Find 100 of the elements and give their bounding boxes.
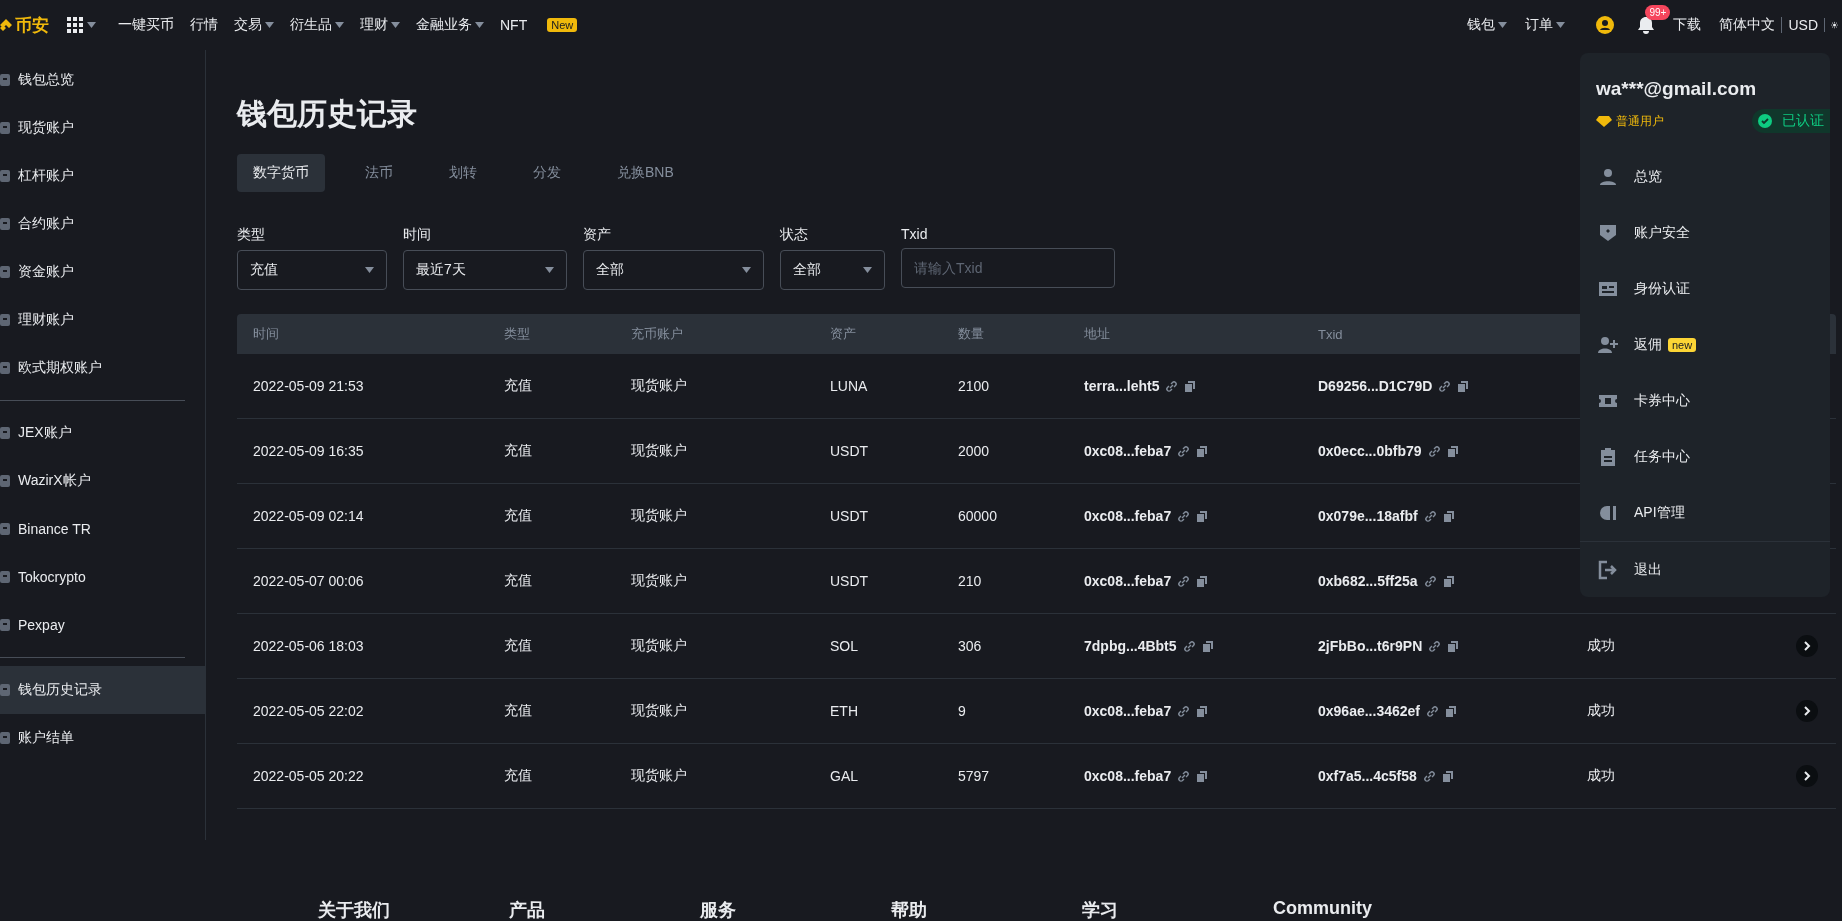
copy-icon[interactable] xyxy=(1457,379,1470,393)
column-header: 时间 xyxy=(253,325,280,343)
link-icon[interactable] xyxy=(1165,379,1179,393)
nav-link[interactable]: 衍生品 xyxy=(290,16,344,34)
nav-link[interactable]: USD xyxy=(1781,17,1818,33)
copy-icon[interactable] xyxy=(1201,639,1214,653)
copy-icon[interactable] xyxy=(1447,639,1460,653)
dropdown-select[interactable]: 最近7天 xyxy=(403,250,567,290)
nav-link[interactable]: 金融业务 xyxy=(416,16,484,34)
menu-item[interactable]: 返佣 new xyxy=(1580,317,1830,373)
link-icon[interactable] xyxy=(1177,574,1191,588)
txid-input-field[interactable]: 请输入Txid xyxy=(901,248,1115,288)
caret-icon xyxy=(475,22,484,28)
menu-item[interactable]: 卡券中心 xyxy=(1580,373,1830,429)
sidebar-item[interactable]: 账户结单 xyxy=(0,714,205,762)
sidebar-item[interactable]: 钱包总览 xyxy=(0,56,205,104)
link-icon[interactable] xyxy=(1426,704,1439,718)
link-icon[interactable] xyxy=(1438,379,1452,393)
chevron-right-icon[interactable] xyxy=(1796,700,1818,722)
table-cell-text: 9 xyxy=(958,703,967,719)
menu-item[interactable]: API管理 xyxy=(1580,485,1830,541)
new-badge: New xyxy=(547,18,578,32)
nav-link[interactable]: 交易 xyxy=(234,16,274,34)
sidebar-item[interactable]: WazirX帐户 xyxy=(0,457,205,505)
nav-link[interactable]: 行情 xyxy=(190,16,218,34)
person-icon xyxy=(1598,167,1618,187)
menu-item[interactable]: 账户安全 xyxy=(1580,205,1830,261)
sidebar-item[interactable]: Pexpay xyxy=(0,601,205,649)
tab[interactable]: 法币 xyxy=(349,154,409,192)
copy-icon[interactable] xyxy=(1184,379,1197,393)
link-icon[interactable] xyxy=(1177,444,1191,458)
table-cell-text: 2000 xyxy=(958,443,991,459)
sidebar-item[interactable]: 理财账户 xyxy=(0,296,205,344)
bell-icon[interactable] xyxy=(1637,16,1656,34)
copy-icon[interactable] xyxy=(1196,509,1209,523)
column-header: 地址 xyxy=(1084,325,1111,343)
nav-link[interactable]: NFT xyxy=(500,17,528,33)
link-icon[interactable] xyxy=(1427,444,1441,458)
caret-icon xyxy=(742,267,751,273)
nav-menu[interactable]: 订单 xyxy=(1525,16,1566,34)
sidebar-item[interactable]: Tokocrypto xyxy=(0,553,205,601)
copy-icon[interactable] xyxy=(1196,769,1209,783)
table-cell-text: 现货账户 xyxy=(631,767,688,785)
tab[interactable]: 划转 xyxy=(433,154,493,192)
table-cell-text: 2022-05-06 18:03 xyxy=(253,638,365,654)
dropdown-select[interactable]: 全部 xyxy=(583,250,764,290)
chevron-right-icon[interactable] xyxy=(1796,635,1818,657)
diamond-icon xyxy=(1596,115,1612,127)
tab[interactable]: 数字货币 xyxy=(237,154,325,192)
table-cell: 0xc08...feba7 xyxy=(1084,703,1172,719)
dropdown-select[interactable]: 充值 xyxy=(237,250,387,290)
sidebar-item[interactable]: Binance TR xyxy=(0,505,205,553)
link-icon[interactable] xyxy=(1177,704,1191,718)
menu-item[interactable]: 总览 xyxy=(1580,149,1830,205)
sidebar-item[interactable]: JEX账户 xyxy=(0,409,205,457)
tab[interactable]: 分发 xyxy=(517,154,577,192)
copy-icon[interactable] xyxy=(1196,444,1209,458)
logo[interactable]: 币安 xyxy=(0,13,49,37)
nav-link[interactable]: 下载 xyxy=(1673,16,1702,34)
footer-heading: 产品 xyxy=(509,899,546,921)
account-icon xyxy=(0,312,12,328)
link-icon[interactable] xyxy=(1423,509,1437,523)
link-icon[interactable] xyxy=(1177,509,1191,523)
sidebar-item[interactable]: 合约账户 xyxy=(0,200,205,248)
table-cell: 0xc08...feba7 xyxy=(1084,443,1172,459)
nav-link[interactable]: 简体中文 xyxy=(1719,16,1776,34)
table-cell-text: LUNA xyxy=(830,378,869,394)
menu-item[interactable]: 退出 xyxy=(1580,541,1830,597)
chevron-right-icon[interactable] xyxy=(1796,765,1818,787)
column-header: 充币账户 xyxy=(631,325,684,343)
copy-icon[interactable] xyxy=(1445,704,1457,718)
nav-link[interactable]: 理财 xyxy=(360,16,400,34)
column-header: 资产 xyxy=(830,325,857,343)
sun-icon[interactable] xyxy=(1824,18,1838,32)
copy-icon[interactable] xyxy=(1442,509,1455,523)
link-icon[interactable] xyxy=(1177,769,1191,783)
copy-icon[interactable] xyxy=(1446,444,1459,458)
sidebar-item[interactable]: 钱包历史记录 xyxy=(0,666,205,714)
link-icon[interactable] xyxy=(1422,769,1436,783)
nav-menu[interactable]: 钱包 xyxy=(1467,16,1508,34)
dropdown-select[interactable]: 全部 xyxy=(780,250,885,290)
menu-item[interactable]: 身份认证 xyxy=(1580,261,1830,317)
link-icon[interactable] xyxy=(1428,639,1442,653)
copy-icon[interactable] xyxy=(1442,574,1455,588)
menu-item[interactable]: 任务中心 xyxy=(1580,429,1830,485)
tab[interactable]: 兑换BNB xyxy=(601,154,690,192)
sidebar-item[interactable]: 杠杆账户 xyxy=(0,152,205,200)
table-cell: 2jFbBo...t6r9PN xyxy=(1318,638,1423,654)
sidebar-item[interactable]: 欧式期权账户 xyxy=(0,344,205,392)
copy-icon[interactable] xyxy=(1441,769,1454,783)
filter-label: 资产 xyxy=(583,226,612,244)
sidebar-item[interactable]: 资金账户 xyxy=(0,248,205,296)
table-cell: 0xc08...feba7 xyxy=(1084,573,1172,589)
link-icon[interactable] xyxy=(1423,574,1437,588)
copy-icon[interactable] xyxy=(1196,574,1209,588)
link-icon[interactable] xyxy=(1182,639,1196,653)
nav-link[interactable]: 一键买币 xyxy=(118,16,174,34)
sidebar-item[interactable]: 现货账户 xyxy=(0,104,205,152)
user-avatar-icon[interactable] xyxy=(1595,15,1616,35)
copy-icon[interactable] xyxy=(1196,704,1209,718)
